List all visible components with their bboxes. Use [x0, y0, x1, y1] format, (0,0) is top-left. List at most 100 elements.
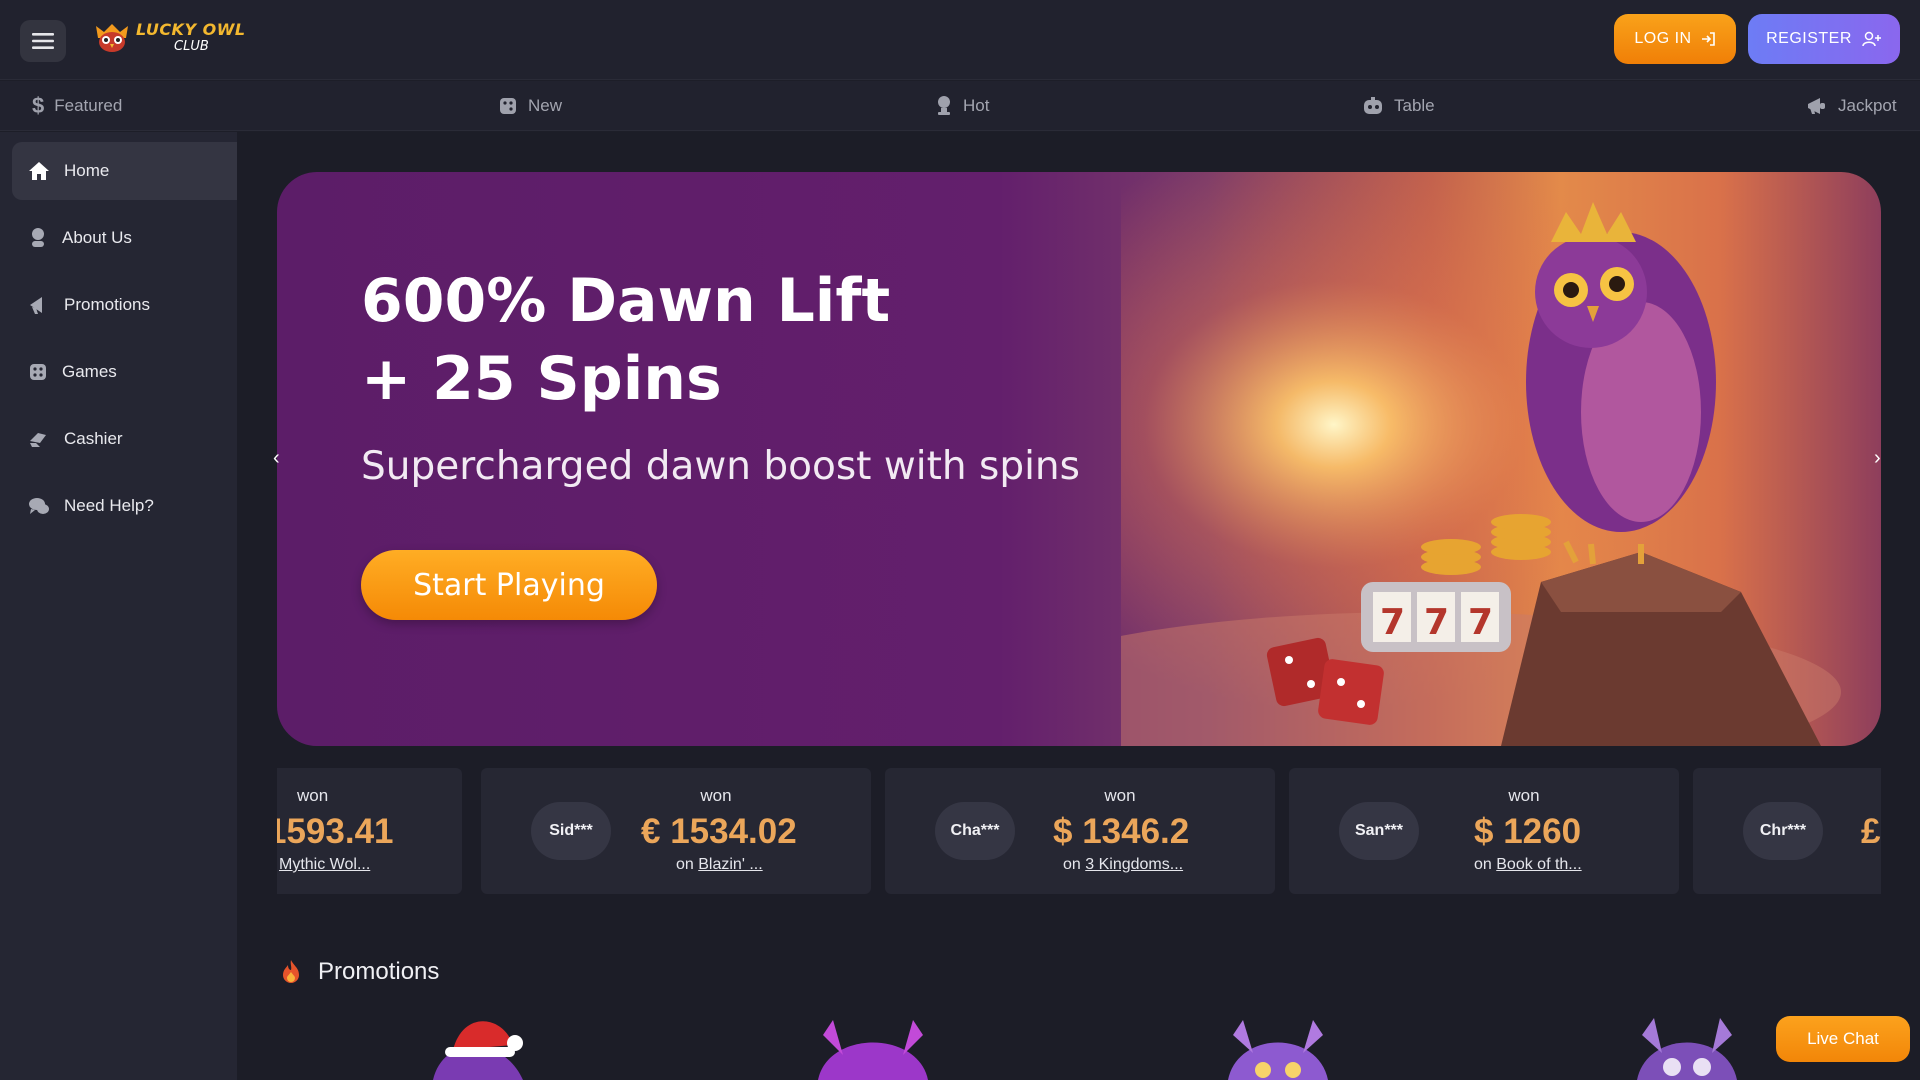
sidebar-item-cashier[interactable]: Cashier: [12, 410, 237, 468]
sidebar-item-home[interactable]: Home: [12, 142, 237, 200]
category-new[interactable]: New: [498, 81, 562, 131]
register-label: REGISTER: [1766, 30, 1852, 47]
owl-lavender-image: [1637, 1018, 1737, 1080]
live-chat-button[interactable]: Live Chat: [1776, 1016, 1910, 1062]
promo-card-owl-santa[interactable]: [413, 1015, 543, 1080]
top-bar: LUCKY OWL CLUB LOG IN REGISTER: [0, 0, 1920, 80]
win-amount: $ 1260: [1474, 812, 1582, 851]
win-amount: £: [1861, 812, 1881, 851]
winner-avatar: Chr***: [1743, 802, 1823, 860]
hero-title-line2: + 25 Spins: [361, 344, 722, 414]
promo-card-owl-purple[interactable]: [808, 1015, 938, 1080]
hero-subtitle: Supercharged dawn boost with spins: [361, 444, 1080, 489]
promo-card-owl-blue[interactable]: [1213, 1015, 1343, 1080]
chat-icon: [29, 498, 49, 514]
hero-title: 600% Dawn Lift + 25 Spins: [361, 262, 890, 418]
category-bar: $ Featured New Hot Table Jackpot: [0, 81, 1920, 131]
logo-subtext: CLUB: [174, 38, 209, 54]
owl-santa-image: [433, 1021, 523, 1080]
person-icon: [32, 228, 44, 247]
megaphone-icon: [1808, 98, 1825, 114]
category-table[interactable]: Table: [1362, 81, 1435, 131]
owl-logo-icon: [96, 24, 128, 52]
owl-hero-illustration: 7 7 7: [1121, 172, 1881, 746]
won-label: won: [1104, 786, 1136, 805]
win-game: on Book of th...: [1474, 856, 1582, 874]
category-featured[interactable]: $ Featured: [32, 81, 122, 131]
sidebar-item-label: Need Help?: [64, 496, 154, 515]
register-button[interactable]: REGISTER: [1748, 14, 1900, 64]
login-label: LOG IN: [1634, 30, 1692, 47]
promotions-heading: Promotions: [280, 958, 439, 986]
winner-avatar: Sid***: [531, 802, 611, 860]
svg-text:7: 7: [1380, 602, 1405, 643]
win-amount: € 1534.02: [641, 812, 797, 851]
winner-avatar: Cha***: [935, 802, 1015, 860]
promo-card-owl-lavender[interactable]: [1622, 1015, 1752, 1080]
winner-card[interactable]: Chr*** £: [1693, 768, 1881, 894]
login-button[interactable]: LOG IN: [1614, 14, 1736, 64]
category-label: Table: [1394, 96, 1435, 115]
fire-icon: [283, 960, 299, 983]
home-icon: [29, 162, 49, 180]
carousel-next-arrow[interactable]: ›: [1874, 447, 1881, 470]
sidebar-item-need-help[interactable]: Need Help?: [12, 477, 237, 535]
winner-card[interactable]: won 1593.41 Mythic Wol...: [277, 768, 462, 894]
category-hot[interactable]: Hot: [935, 81, 989, 131]
carousel-prev-arrow[interactable]: ‹: [273, 447, 280, 470]
win-game: on Blazin' ...: [676, 856, 763, 874]
logo[interactable]: LUCKY OWL CLUB: [92, 20, 246, 54]
win-game: Mythic Wol...: [279, 856, 370, 874]
sidebar-item-label: Cashier: [64, 429, 123, 448]
sidebar: Home About Us Promotions Games Cashier N…: [0, 132, 237, 1080]
category-jackpot[interactable]: Jackpot: [1806, 81, 1897, 131]
win-game: on 3 Kingdoms...: [1063, 856, 1183, 874]
sidebar-item-label: About Us: [62, 228, 132, 247]
logo-text: LUCKY OWL: [136, 19, 246, 39]
cash-icon: [30, 433, 46, 447]
hamburger-icon: [32, 33, 54, 49]
game-link[interactable]: Mythic Wol...: [279, 856, 370, 873]
winner-avatar: San***: [1339, 802, 1419, 860]
start-playing-button[interactable]: Start Playing: [361, 550, 657, 620]
cards-icon: [1364, 97, 1382, 114]
category-label: Jackpot: [1838, 96, 1897, 115]
promotions-title: Promotions: [318, 958, 440, 985]
sidebar-item-games[interactable]: Games: [12, 343, 237, 401]
sidebar-item-label: Promotions: [64, 295, 150, 314]
svg-text:7: 7: [1424, 602, 1449, 643]
sidebar-item-label: Games: [62, 362, 117, 381]
won-label: won: [297, 786, 329, 805]
dice-icon: [500, 98, 516, 114]
winner-card[interactable]: won Sid*** € 1534.02 on Blazin' ...: [481, 768, 871, 894]
winner-card[interactable]: won Cha*** $ 1346.2 on 3 Kingdoms...: [885, 768, 1275, 894]
winners-ticker: won 1593.41 Mythic Wol... won Sid*** € 1…: [277, 768, 1881, 894]
hero-banner[interactable]: 7 7 7 600% Dawn Lift + 25 Spins Supercha…: [277, 172, 1881, 746]
game-link[interactable]: Blazin' ...: [698, 856, 762, 873]
add-user-icon: [1862, 31, 1881, 47]
on-label: on: [1474, 856, 1492, 873]
owl-blue-image: [1228, 1020, 1328, 1080]
sidebar-item-label: Home: [64, 161, 110, 180]
on-label: on: [676, 856, 694, 873]
sidebar-item-about-us[interactable]: About Us: [12, 209, 237, 267]
sidebar-item-promotions[interactable]: Promotions: [12, 276, 237, 334]
menu-button[interactable]: [20, 20, 66, 62]
dollar-icon: $: [32, 93, 45, 118]
trophy-icon: [938, 96, 950, 115]
svg-text:7: 7: [1468, 602, 1493, 643]
win-amount: 1593.41: [277, 812, 394, 851]
login-arrow-icon: [1701, 32, 1715, 46]
game-link[interactable]: 3 Kingdoms...: [1085, 856, 1183, 873]
win-amount: $ 1346.2: [1053, 812, 1190, 851]
owl-purple-image: [818, 1020, 928, 1080]
won-label: won: [700, 786, 732, 805]
winner-card[interactable]: won San*** $ 1260 on Book of th...: [1289, 768, 1679, 894]
category-label: Featured: [54, 96, 123, 115]
game-link[interactable]: Book of th...: [1496, 856, 1581, 873]
on-label: on: [1063, 856, 1081, 873]
category-label: Hot: [963, 96, 990, 115]
category-label: New: [528, 96, 563, 115]
won-label: won: [1508, 786, 1540, 805]
dice-icon: [30, 364, 46, 380]
